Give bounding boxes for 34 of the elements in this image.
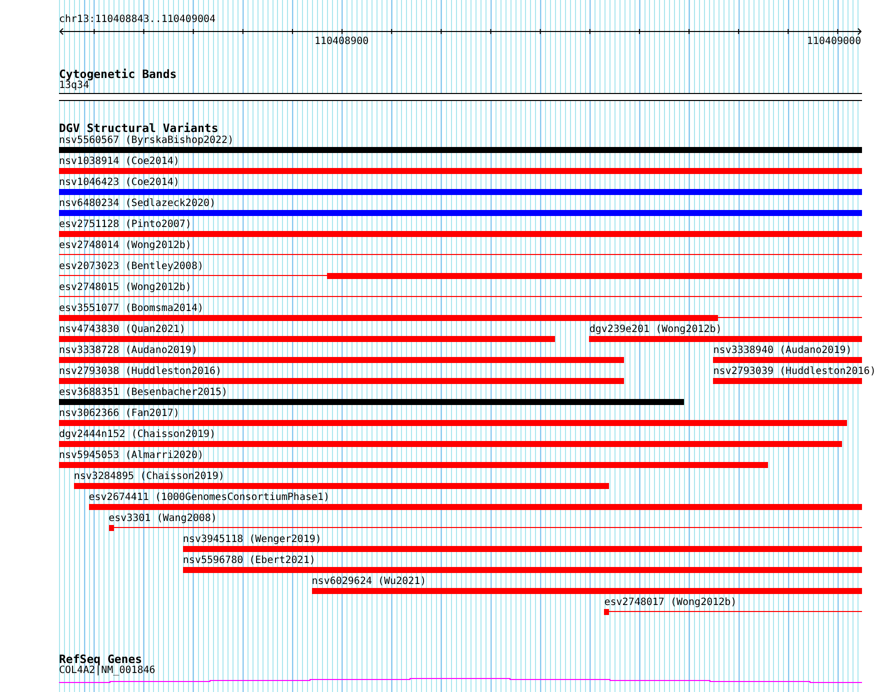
variant-label: dgv2444n152 (Chaisson2019) <box>59 429 216 441</box>
variant-label: nsv4743830 (Quan2021) <box>59 324 186 336</box>
variant-label: nsv1038914 (Coe2014) <box>59 156 180 168</box>
variant-label: esv2674411 (1000GenomesConsortiumPhase1) <box>88 492 330 504</box>
variant-label: nsv1046423 (Coe2014) <box>59 177 180 189</box>
track-title: DGV Structural Variants <box>59 122 218 135</box>
variant-label: nsv5596780 (Ebert2021) <box>182 555 316 567</box>
variant-label: esv2748015 (Wong2012b) <box>59 282 192 294</box>
variant-label: nsv2793038 (Huddleston2016) <box>59 366 222 378</box>
variant-label: nsv3284895 (Chaisson2019) <box>74 471 224 483</box>
variant-label: dgv239e201 (Wong2012b) <box>589 324 722 336</box>
track-title: Cytogenetic Bands <box>59 68 177 80</box>
variant-label: nsv3062366 (Fan2017) <box>59 408 180 420</box>
variant-label: esv3688351 (Besenbacher2015) <box>59 387 228 399</box>
ruler-tick-label: 110408900 <box>314 36 369 48</box>
variant-label: nsv3338728 (Audano2019) <box>59 345 198 357</box>
track-title: RefSeq Genes <box>59 653 142 665</box>
variant-label: nsv2793039 (Huddleston2016) <box>713 366 876 378</box>
variant-label: esv2748014 (Wong2012b) <box>59 240 192 252</box>
variant-label: nsv6480234 (Sedlazeck2020) <box>59 198 216 210</box>
variant-label: esv2748017 (Wong2012b) <box>604 597 737 609</box>
band-label: 13q34 <box>59 80 90 92</box>
variant-label: esv2073023 (Bentley2008) <box>59 261 204 273</box>
region-label: chr13:110408843..110409004 <box>59 13 216 26</box>
variant-label: nsv3945118 (Wenger2019) <box>182 534 322 546</box>
variant-label: nsv5945053 (Almarri2020) <box>59 450 204 462</box>
gene-label: COL4A2|NM_001846 <box>59 665 156 677</box>
variant-label: esv3551077 (Boomsma2014) <box>59 303 204 315</box>
variant-label: nsv6029624 (Wu2021) <box>312 576 426 588</box>
variant-label: esv2751128 (Pinto2007) <box>59 219 192 231</box>
variant-label: esv3301 (Wang2008) <box>108 513 217 525</box>
ruler-tick-label: 110409000 <box>806 36 862 48</box>
variant-label: nsv5560567 (ByrskaBishop2022) <box>59 135 234 147</box>
variant-label: nsv3338940 (Audano2019) <box>713 345 852 357</box>
